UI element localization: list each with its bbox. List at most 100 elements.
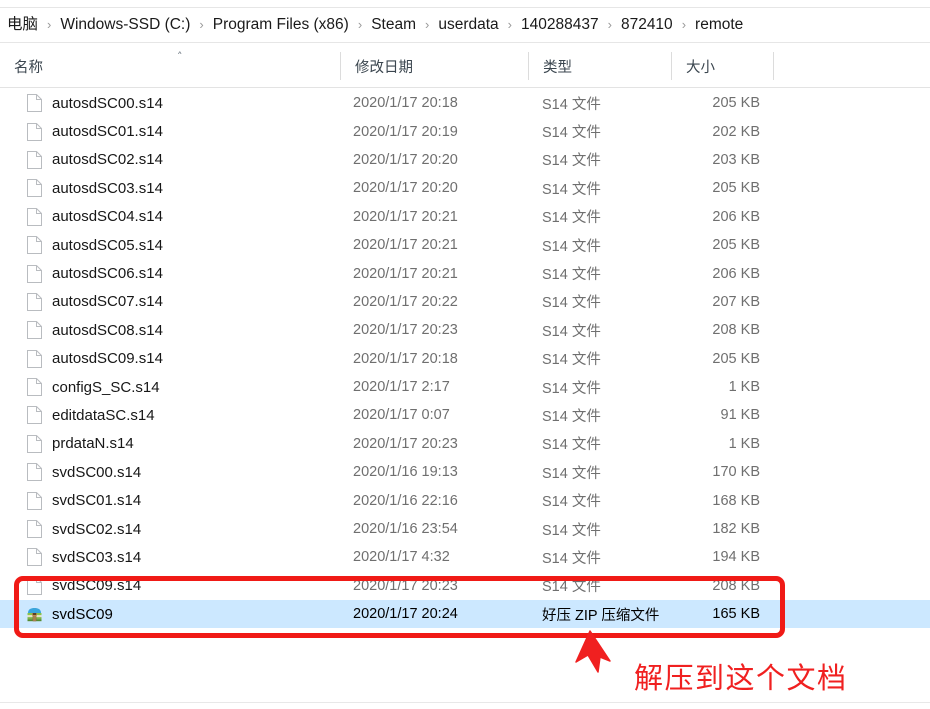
column-header-size[interactable]: 大小: [672, 44, 773, 88]
file-name-cell: svdSC03.s14: [0, 547, 340, 567]
file-size-cell: 170 KB: [712, 464, 760, 481]
column-header-date[interactable]: 修改日期: [341, 44, 528, 88]
file-row[interactable]: configS_SC.s14 2020/1/17 2:17 S14 文件 1 KB: [0, 373, 930, 401]
file-date-cell: 2020/1/17 4:32: [353, 549, 450, 566]
breadcrumb-item[interactable]: Windows-SSD (C:): [57, 14, 193, 36]
file-name-label: prdataN.s14: [52, 435, 134, 453]
file-row[interactable]: prdataN.s14 2020/1/17 20:23 S14 文件 1 KB: [0, 430, 930, 458]
file-row[interactable]: autosdSC05.s14 2020/1/17 20:21 S14 文件 205 K…: [0, 231, 930, 259]
file-icon: [26, 264, 43, 284]
file-date-cell: 2020/1/17 20:19: [353, 123, 458, 140]
file-icon: [26, 349, 43, 369]
file-row[interactable]: autosdSC03.s14 2020/1/17 20:20 S14 文件 205 K…: [0, 174, 930, 202]
breadcrumb-separator: ›: [199, 17, 204, 32]
file-name-cell: autosdSC03.s14: [0, 178, 340, 198]
file-row[interactable]: autosdSC08.s14 2020/1/17 20:23 S14 文件 208 K…: [0, 316, 930, 344]
file-size-cell: 202 KB: [712, 123, 760, 140]
file-name-label: autosdSC02.s14: [52, 151, 163, 169]
file-type-cell: S14 文件: [542, 352, 601, 369]
file-name-label: autosdSC07.s14: [52, 293, 163, 311]
column-header-name[interactable]: 名称: [0, 44, 341, 88]
file-date-cell: 2020/1/17 20:18: [353, 95, 458, 112]
address-bar[interactable]: 电脑 › Windows-SSD (C:) › Program Files (x86) ›…: [0, 8, 930, 43]
breadcrumb-separator: ›: [425, 17, 430, 32]
file-icon: [26, 434, 43, 454]
file-icon: [26, 93, 43, 113]
breadcrumb-item[interactable]: 140288437: [518, 14, 602, 36]
file-name-label: autosdSC09.s14: [52, 350, 163, 368]
file-row[interactable]: svdSC01.s14 2020/1/16 22:16 S14 文件 168 KB: [0, 486, 930, 514]
file-type-cell: S14 文件: [542, 522, 601, 539]
file-name-cell: svdSC09: [0, 604, 340, 624]
file-date-cell: 2020/1/17 20:21: [353, 265, 458, 282]
file-date-cell: 2020/1/17 20:20: [353, 151, 458, 168]
file-name-cell: autosdSC04.s14: [0, 207, 340, 227]
file-row[interactable]: svdSC02.s14 2020/1/16 23:54 S14 文件 182 KB: [0, 515, 930, 543]
file-list[interactable]: autosdSC00.s14 2020/1/17 20:18 S14 文件 205 K…: [0, 89, 930, 689]
file-name-label: svdSC01.s14: [52, 492, 142, 510]
file-size-cell: 208 KB: [712, 577, 760, 594]
column-header-type[interactable]: 类型: [529, 44, 672, 88]
file-row-selected[interactable]: svdSC09 2020/1/17 20:24 好压 ZIP 压缩文件 165 KB: [0, 600, 930, 629]
file-name-label: autosdSC05.s14: [52, 236, 163, 254]
file-size-cell: 91 KB: [720, 407, 761, 424]
file-row[interactable]: autosdSC06.s14 2020/1/17 20:21 S14 文件 206 K…: [0, 259, 930, 287]
file-size-cell: 203 KB: [712, 151, 760, 168]
breadcrumb-separator: ›: [357, 17, 363, 32]
file-type-cell: S14 文件: [542, 96, 601, 113]
file-size-cell: 205 KB: [712, 95, 760, 112]
file-name-cell: configS_SC.s14: [0, 377, 340, 397]
file-row[interactable]: editdataSC.s14 2020/1/17 0:07 S14 文件 91 KB: [0, 401, 930, 429]
file-size-cell: 1 KB: [728, 379, 760, 396]
breadcrumb-item[interactable]: 872410: [618, 14, 676, 36]
file-row[interactable]: svdSC00.s14 2020/1/16 19:13 S14 文件 170 KB: [0, 458, 930, 486]
file-name-label: svdSC09.s14: [52, 577, 142, 595]
file-size-cell: 205 KB: [712, 180, 760, 197]
file-name-label: autosdSC06.s14: [52, 265, 163, 283]
column-header-date-label: 修改日期: [355, 59, 413, 76]
file-name-cell: prdataN.s14: [0, 434, 340, 454]
breadcrumb-item[interactable]: remote: [692, 14, 746, 36]
file-date-cell: 2020/1/16 22:16: [353, 492, 458, 509]
file-icon: [26, 207, 43, 227]
file-name-label: autosdSC08.s14: [52, 321, 163, 339]
file-name-cell: autosdSC00.s14: [0, 93, 340, 113]
file-row[interactable]: autosdSC09.s14 2020/1/17 20:18 S14 文件 205 K…: [0, 345, 930, 373]
file-icon: [26, 547, 43, 567]
breadcrumb-item[interactable]: 电脑: [4, 14, 41, 36]
file-icon: [26, 491, 43, 511]
column-header-size-label: 大小: [686, 59, 715, 76]
file-row[interactable]: svdSC09.s14 2020/1/17 20:23 S14 文件 208 KB: [0, 572, 930, 600]
file-name-cell: autosdSC08.s14: [0, 320, 340, 340]
file-row[interactable]: autosdSC01.s14 2020/1/17 20:19 S14 文件 202 K…: [0, 117, 930, 145]
file-type-cell: S14 文件: [542, 267, 601, 284]
file-type-cell: S14 文件: [542, 125, 601, 142]
file-size-cell: 206 KB: [712, 208, 760, 225]
breadcrumb-item[interactable]: Program Files (x86): [210, 14, 352, 36]
breadcrumb-separator: ›: [607, 17, 612, 32]
file-icon: [26, 377, 43, 397]
file-row[interactable]: autosdSC07.s14 2020/1/17 20:22 S14 文件 207 K…: [0, 288, 930, 316]
file-row[interactable]: autosdSC02.s14 2020/1/17 20:20 S14 文件 203 K…: [0, 146, 930, 174]
file-icon: [26, 122, 43, 142]
file-type-cell: S14 文件: [542, 295, 601, 312]
breadcrumb-item[interactable]: userdata: [435, 14, 501, 36]
file-name-label: autosdSC01.s14: [52, 123, 163, 141]
file-type-cell: S14 文件: [542, 579, 601, 596]
breadcrumb-item[interactable]: Steam: [368, 14, 419, 36]
file-date-cell: 2020/1/17 20:22: [353, 293, 458, 310]
file-row[interactable]: autosdSC00.s14 2020/1/17 20:18 S14 文件 205 K…: [0, 89, 930, 117]
file-size-cell: 165 KB: [712, 606, 760, 623]
file-row[interactable]: autosdSC04.s14 2020/1/17 20:21 S14 文件 206 K…: [0, 203, 930, 231]
file-name-label: autosdSC00.s14: [52, 94, 163, 112]
file-date-cell: 2020/1/16 19:13: [353, 464, 458, 481]
column-divider-4[interactable]: [773, 52, 774, 80]
file-name-cell: autosdSC01.s14: [0, 122, 340, 142]
file-row[interactable]: svdSC03.s14 2020/1/17 4:32 S14 文件 194 KB: [0, 543, 930, 571]
file-size-cell: 206 KB: [712, 265, 760, 282]
file-size-cell: 207 KB: [712, 293, 760, 310]
file-icon: [26, 519, 43, 539]
file-size-cell: 208 KB: [712, 322, 760, 339]
file-type-cell: S14 文件: [542, 465, 601, 482]
breadcrumb-separator: ›: [47, 17, 52, 32]
